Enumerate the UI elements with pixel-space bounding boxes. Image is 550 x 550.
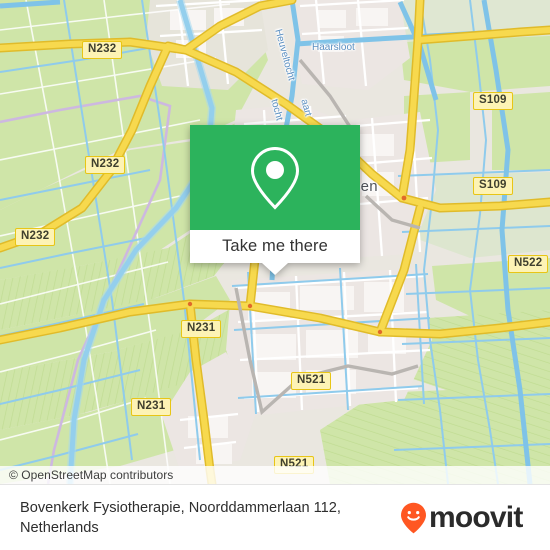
moovit-logo[interactable]: moovit xyxy=(400,502,539,534)
callout-action-bar[interactable]: Take me there xyxy=(190,230,360,263)
location-pin-icon xyxy=(250,146,300,210)
moovit-wordmark: moovit xyxy=(429,500,523,534)
road-shield-n521-a[interactable]: N521 xyxy=(291,372,332,390)
take-me-there-label: Take me there xyxy=(222,237,328,255)
road-shield-n232-a[interactable]: N232 xyxy=(82,41,123,59)
location-address-text: Bovenkerk Fysiotherapie, Noorddammerlaan… xyxy=(20,499,341,536)
destination-callout-card[interactable]: Take me there xyxy=(190,125,360,275)
road-shield-n232-c[interactable]: N232 xyxy=(15,228,56,246)
road-shield-s109-a[interactable]: S109 xyxy=(473,92,513,110)
callout-pointer-arrow xyxy=(262,263,288,275)
moovit-pin-icon xyxy=(401,502,426,533)
map-screenshot-page: Heuveltocht Haarsloot tocht aart een N23… xyxy=(0,0,550,550)
map-attribution-bar: © OpenStreetMap contributors xyxy=(0,466,550,484)
road-shield-s109-b[interactable]: S109 xyxy=(473,177,513,195)
road-shield-n231-b[interactable]: N231 xyxy=(131,398,172,416)
map-canvas[interactable]: Heuveltocht Haarsloot tocht aart een N23… xyxy=(0,0,550,484)
callout-icon-panel xyxy=(190,125,360,230)
road-shield-n231-a[interactable]: N231 xyxy=(181,320,222,338)
map-label-haarsloot: Haarsloot xyxy=(312,42,355,53)
openstreetmap-attribution[interactable]: © OpenStreetMap contributors xyxy=(0,468,173,482)
road-shield-n232-b[interactable]: N232 xyxy=(85,156,126,174)
footer-bar: Bovenkerk Fysiotherapie, Noorddammerlaan… xyxy=(0,484,550,550)
road-shield-n522[interactable]: N522 xyxy=(508,255,549,273)
